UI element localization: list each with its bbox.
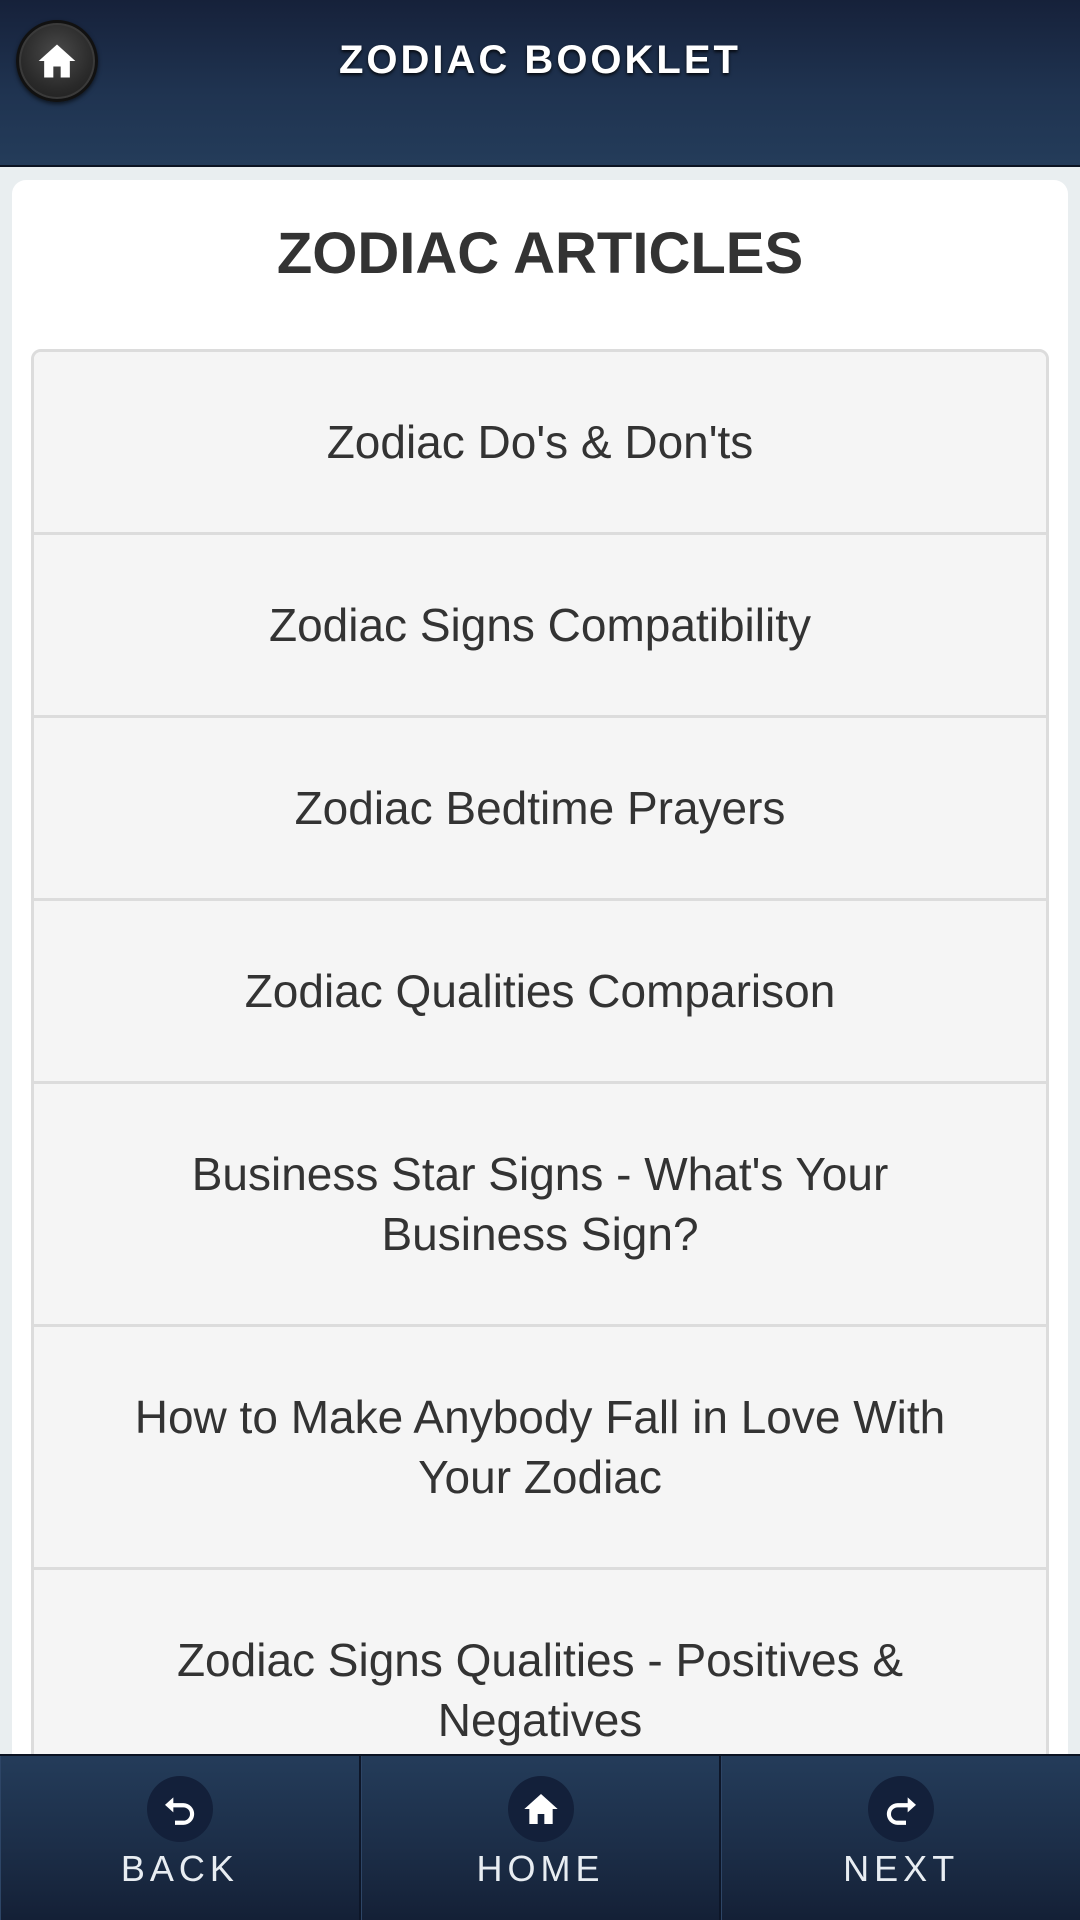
bottom-nav: BACK HOME NEXT: [0, 1754, 1080, 1920]
back-icon-circle: [146, 1776, 213, 1842]
undo-arrow-icon: [164, 1797, 194, 1825]
section-title: ZODIAC ARTICLES: [276, 221, 804, 286]
article-item[interactable]: Business Star Signs - What's Your Busine…: [34, 1084, 1046, 1327]
app-header: ZODIAC BOOKLET: [0, 0, 1080, 167]
redo-arrow-icon: [887, 1797, 917, 1825]
article-label: Business Star Signs - What's Your Busine…: [191, 1148, 889, 1260]
home-label: HOME: [476, 1848, 605, 1889]
article-label: How to Make Anybody Fall in Love With Yo…: [134, 1391, 946, 1503]
article-list: Zodiac Do's & Don'ts Zodiac Signs Compat…: [31, 349, 1049, 1816]
home-button[interactable]: HOME: [360, 1756, 722, 1920]
article-label: Zodiac Signs Qualities - Positives & Neg…: [176, 1634, 904, 1746]
next-icon-circle: [868, 1776, 935, 1842]
app-screen: ZODIAC BOOKLET ZODIAC ARTICLES Zodiac Do…: [0, 0, 1080, 1920]
article-label: Zodiac Signs Compatibility: [268, 599, 811, 651]
content-card: ZODIAC ARTICLES Zodiac Do's & Don'ts Zod…: [12, 180, 1068, 1920]
article-item[interactable]: Zodiac Do's & Don'ts: [34, 352, 1046, 535]
article-label: Zodiac Bedtime Prayers: [294, 782, 786, 834]
back-button[interactable]: BACK: [0, 1756, 361, 1920]
next-label: NEXT: [843, 1848, 960, 1889]
app-title: ZODIAC BOOKLET: [339, 38, 741, 82]
next-button[interactable]: NEXT: [721, 1756, 1080, 1920]
article-label: Zodiac Do's & Don'ts: [326, 416, 754, 468]
home-icon: [523, 1794, 558, 1824]
back-label: BACK: [120, 1848, 239, 1889]
article-item[interactable]: Zodiac Signs Compatibility: [34, 535, 1046, 718]
article-item[interactable]: Zodiac Bedtime Prayers: [34, 718, 1046, 901]
article-item[interactable]: How to Make Anybody Fall in Love With Yo…: [34, 1327, 1046, 1570]
article-item[interactable]: Zodiac Qualities Comparison: [34, 901, 1046, 1084]
article-label: Zodiac Qualities Comparison: [244, 965, 836, 1017]
home-icon-circle: [507, 1776, 574, 1842]
